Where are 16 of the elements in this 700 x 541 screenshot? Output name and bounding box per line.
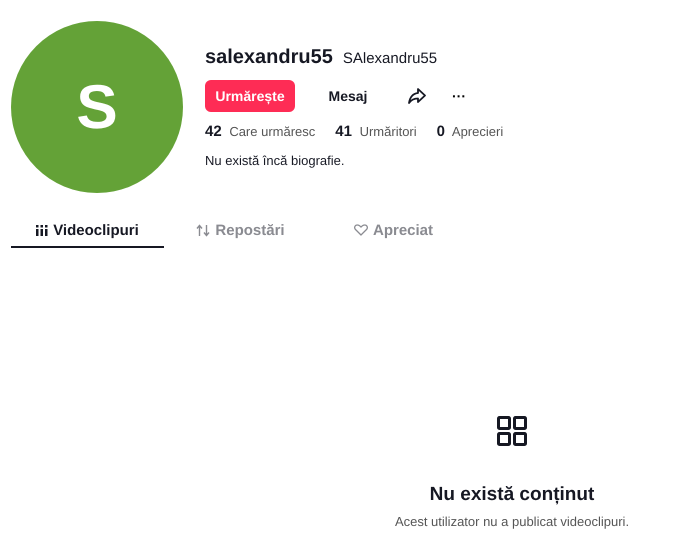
avatar: S xyxy=(11,21,183,193)
grid-icon xyxy=(497,416,527,446)
bio: Nu există încă biografie. xyxy=(205,153,346,168)
stat: 42 Care urmăresc xyxy=(205,123,316,140)
share-icon xyxy=(408,88,426,104)
username: salexandru55 xyxy=(205,46,333,69)
stat: 41 Urmăritori xyxy=(335,123,417,140)
display-name: SAlexandru55 xyxy=(342,50,438,67)
follow-button[interactable]: Urmărește xyxy=(205,80,295,112)
heart-icon xyxy=(354,224,368,236)
tab[interactable]: Videoclipuri xyxy=(11,214,164,248)
empty-title: Nu există conținut xyxy=(430,484,594,506)
repost-icon xyxy=(196,224,210,236)
stat: 0 Aprecieri xyxy=(436,123,504,140)
empty-message: Acest utilizator nu a publicat videoclipuri. xyxy=(394,514,630,529)
grid-icon xyxy=(36,224,48,236)
